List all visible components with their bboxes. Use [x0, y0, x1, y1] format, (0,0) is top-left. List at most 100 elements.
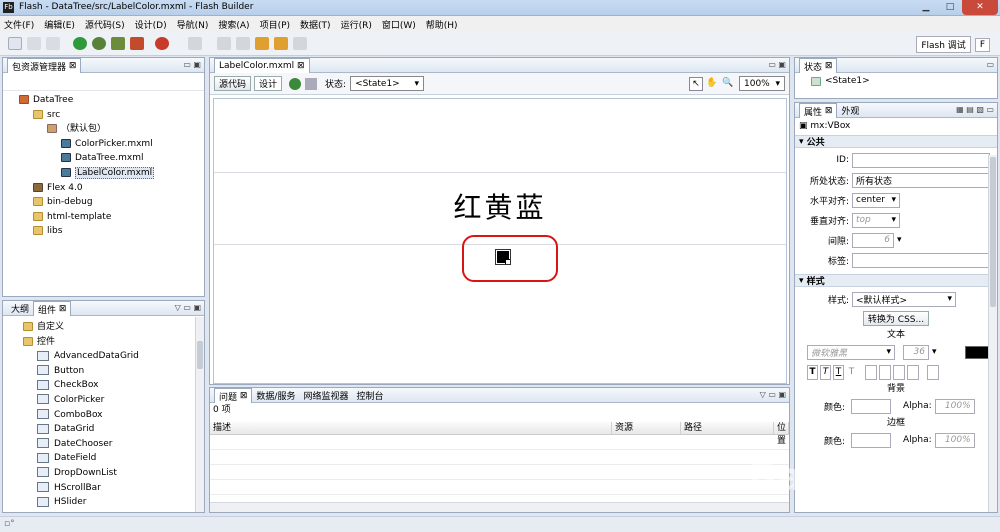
- property-field[interactable]: [852, 152, 990, 168]
- tree-item[interactable]: ColorPicker.mxml: [19, 137, 204, 152]
- zoom-tool-icon[interactable]: 🔍: [721, 77, 735, 91]
- align-right-button[interactable]: [893, 364, 905, 380]
- menu-item-2[interactable]: 源代码(S): [85, 18, 125, 31]
- annotation-next-icon[interactable]: [236, 37, 250, 50]
- stop-icon[interactable]: [155, 37, 169, 50]
- property-field[interactable]: top ▾: [852, 212, 900, 228]
- font-size-field[interactable]: 36: [903, 344, 929, 360]
- state-select[interactable]: <State1> ▾: [350, 76, 425, 91]
- column-description[interactable]: 描述: [210, 422, 612, 434]
- select-tool-icon[interactable]: ↖: [689, 76, 703, 91]
- tab-package-explorer[interactable]: 包资源管理器 ⊠: [7, 58, 82, 73]
- tree-item[interactable]: LabelColor.mxml: [19, 166, 204, 181]
- refresh-icon[interactable]: [289, 77, 302, 90]
- perspective-debug[interactable]: Flash 调试: [916, 36, 971, 53]
- label-text[interactable]: 红黄蓝: [214, 186, 786, 226]
- align-left-button[interactable]: [865, 364, 877, 380]
- align-justify-button[interactable]: [907, 364, 919, 380]
- problems-hscrollbar[interactable]: [210, 502, 789, 512]
- component-item[interactable]: DropDownList: [23, 466, 204, 481]
- perspective-flash[interactable]: F: [974, 37, 990, 52]
- indent-button[interactable]: [927, 364, 939, 380]
- tree-item[interactable]: Flex 4.0: [19, 181, 204, 196]
- column-path[interactable]: 路径: [681, 422, 774, 434]
- tab-labelcolor[interactable]: LabelColor.mxml ⊠: [214, 58, 310, 73]
- component-item[interactable]: ComboBox: [23, 408, 204, 423]
- bg-alpha-field[interactable]: 100%: [934, 398, 975, 414]
- state-item[interactable]: <State1>: [795, 73, 997, 86]
- component-item[interactable]: CheckBox: [23, 378, 204, 393]
- tree-item[interactable]: bin-debug: [19, 195, 204, 210]
- tree-item[interactable]: DataTree.mxml: [19, 151, 204, 166]
- property-field[interactable]: 所有状态: [852, 172, 990, 188]
- align-center-button[interactable]: [879, 364, 891, 380]
- annotation-icon[interactable]: [217, 37, 231, 50]
- run-icon[interactable]: [73, 37, 87, 50]
- zoom-select[interactable]: 100% ▾: [739, 76, 785, 91]
- tab-states[interactable]: 状态 ⊠: [799, 58, 838, 73]
- column-resource[interactable]: 资源: [612, 422, 681, 434]
- property-field[interactable]: center ▾: [852, 192, 900, 208]
- minimize-button[interactable]: ▁: [914, 0, 938, 15]
- component-item[interactable]: DataGrid: [23, 422, 204, 437]
- convert-to-css-button[interactable]: 转换为 CSS...: [862, 311, 930, 326]
- pen-icon[interactable]: [188, 37, 202, 50]
- tree-item[interactable]: libs: [19, 224, 204, 239]
- component-item[interactable]: Button: [23, 364, 204, 379]
- menu-item-4[interactable]: 导航(N): [177, 18, 209, 31]
- design-mode-button[interactable]: 设计: [254, 76, 283, 91]
- tab-components[interactable]: 组件 ⊠: [33, 301, 72, 316]
- close-button[interactable]: ✕: [962, 0, 998, 15]
- font-family-select[interactable]: 微软雅黑 ▾: [807, 344, 895, 360]
- forward-icon[interactable]: [293, 37, 307, 50]
- bg-color-swatch[interactable]: [851, 398, 891, 414]
- hand-tool-icon[interactable]: ✋: [705, 77, 719, 91]
- component-item[interactable]: ColorPicker: [23, 393, 204, 408]
- menu-item-5[interactable]: 搜索(A): [218, 18, 249, 31]
- minimize-maximize-icon[interactable]: ▭ ▣: [183, 60, 201, 69]
- property-field[interactable]: [852, 252, 990, 268]
- minimize-maximize-icon[interactable]: ▽ ▭ ▣: [175, 303, 201, 312]
- minimize-maximize-icon[interactable]: ▭ ▣: [768, 60, 786, 69]
- properties-scrollbar[interactable]: [988, 155, 997, 512]
- menu-item-0[interactable]: 文件(F): [4, 18, 34, 31]
- tab-outline[interactable]: 大纲: [7, 301, 33, 316]
- view-mode-icons[interactable]: ▦ ▤ ▧ ▭: [956, 105, 994, 114]
- minimize-maximize-icon[interactable]: ▽ ▭ ▣: [760, 390, 786, 399]
- component-item[interactable]: DateChooser: [23, 437, 204, 452]
- print-icon[interactable]: [46, 37, 60, 50]
- menu-item-6[interactable]: 项目(P): [260, 18, 290, 31]
- property-field[interactable]: 6: [852, 232, 894, 248]
- border-alpha-field[interactable]: 100%: [934, 432, 975, 448]
- menu-item-9[interactable]: 窗口(W): [382, 18, 416, 31]
- menu-item-10[interactable]: 帮助(H): [426, 18, 458, 31]
- profile-icon[interactable]: [111, 37, 125, 50]
- tree-item[interactable]: （默认包）: [19, 122, 204, 137]
- source-mode-button[interactable]: 源代码: [214, 76, 252, 91]
- back-icon[interactable]: [274, 37, 288, 50]
- column-location[interactable]: 位置: [774, 422, 789, 446]
- component-item[interactable]: 自定义: [23, 320, 204, 335]
- style-select[interactable]: <默认样式> ▾: [852, 291, 956, 307]
- tab-appearance[interactable]: 外观: [837, 103, 863, 118]
- save-icon[interactable]: [27, 37, 41, 50]
- maximize-button[interactable]: □: [938, 0, 962, 15]
- strikethrough-button[interactable]: T: [846, 367, 857, 377]
- component-item[interactable]: 控件: [23, 335, 204, 350]
- component-item[interactable]: HScrollBar: [23, 481, 204, 496]
- section-style[interactable]: ▾ 样式: [795, 274, 997, 287]
- menu-item-7[interactable]: 数据(T): [300, 18, 331, 31]
- back-arrow-icon[interactable]: [255, 37, 269, 50]
- tree-item[interactable]: html-template: [19, 210, 204, 225]
- components-scrollbar[interactable]: [195, 317, 204, 512]
- tab-problems-0[interactable]: 问题 ⊠: [214, 388, 253, 403]
- italic-button[interactable]: T: [820, 364, 831, 380]
- minimize-maximize-icon[interactable]: ▭: [986, 60, 994, 69]
- tree-item[interactable]: DataTree: [19, 93, 204, 108]
- menu-item-1[interactable]: 编辑(E): [44, 18, 75, 31]
- tree-item[interactable]: src: [19, 108, 204, 123]
- export-icon[interactable]: [130, 37, 144, 50]
- preview-icon[interactable]: [305, 77, 318, 90]
- debug-icon[interactable]: [92, 37, 106, 50]
- tab-properties[interactable]: 属性 ⊠: [799, 103, 838, 118]
